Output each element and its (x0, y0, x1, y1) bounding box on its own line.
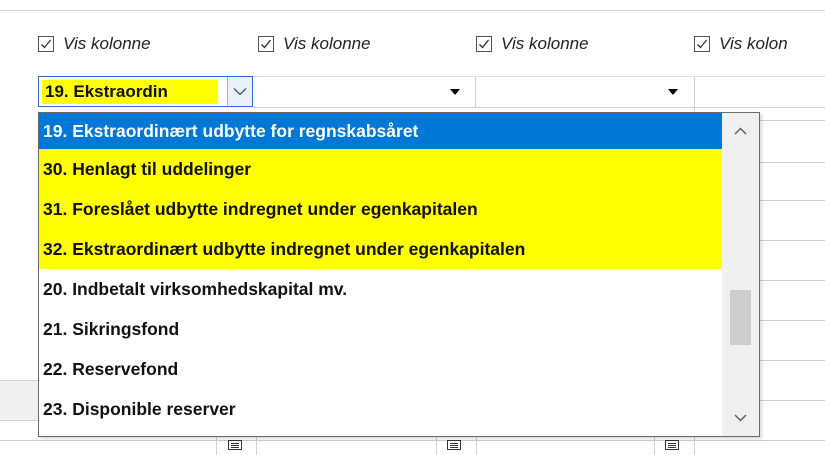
dropdown-arrow-icon[interactable] (450, 89, 460, 95)
show-column-checkbox-1[interactable]: Vis kolonne (38, 33, 151, 55)
list-option[interactable]: 31. Foreslået udbytte indregnet under eg… (39, 189, 722, 229)
row-header-cell (0, 380, 38, 420)
column-combobox-3[interactable] (476, 76, 693, 107)
chevron-up-icon (734, 127, 747, 135)
checkbox-label: Vis kolon (719, 34, 788, 53)
grid-line (253, 107, 825, 108)
grid-line (0, 380, 38, 381)
list-option[interactable]: 32. Ekstraordinært udbytte indregnet und… (39, 229, 722, 269)
grid-line (216, 437, 217, 455)
column-filter-row: 19. Ekstraordin (38, 76, 825, 109)
column-combobox-2[interactable] (256, 76, 475, 107)
grid-line (0, 420, 38, 421)
list-option[interactable]: 23. Disponible reserver (39, 389, 722, 429)
chevron-down-icon (734, 414, 747, 422)
dropdown-list[interactable]: 19. Ekstraordinært udbytte for regnskabs… (38, 112, 760, 437)
list-icon[interactable] (665, 440, 679, 450)
grid-line (253, 76, 825, 77)
checkbox-checked-icon (694, 36, 710, 52)
scroll-up-button[interactable] (722, 113, 759, 149)
combobox-value: 19. Ekstraordin (42, 80, 218, 104)
list-option[interactable]: 19. Ekstraordinært udbytte for regnskabs… (39, 113, 722, 149)
grid-line (256, 437, 257, 455)
list-option[interactable]: 21. Sikringsfond (39, 309, 722, 349)
grid-line (654, 437, 655, 455)
grid-line (476, 437, 477, 455)
account-combobox[interactable]: 19. Ekstraordin (38, 76, 253, 107)
scroll-down-button[interactable] (722, 400, 759, 436)
grid-line (0, 440, 825, 441)
list-icon[interactable] (447, 440, 461, 450)
show-column-checkbox-4[interactable]: Vis kolon (694, 33, 788, 55)
checkbox-checked-icon (476, 36, 492, 52)
checkbox-label: Vis kolonne (283, 34, 371, 53)
dropdown-arrow-icon[interactable] (668, 89, 678, 95)
list-icon[interactable] (228, 440, 242, 450)
show-column-checkbox-2[interactable]: Vis kolonne (258, 33, 371, 55)
checkbox-label: Vis kolonne (501, 34, 589, 53)
checkbox-checked-icon (258, 36, 274, 52)
show-column-checkbox-3[interactable]: Vis kolonne (476, 33, 589, 55)
list-option[interactable]: 22. Reservefond (39, 349, 722, 389)
checkbox-label: Vis kolonne (63, 34, 151, 53)
checkbox-checked-icon (38, 36, 54, 52)
list-option[interactable]: 20. Indbetalt virksomhedskapital mv. (39, 269, 722, 309)
top-divider (0, 10, 825, 11)
vertical-scrollbar[interactable] (722, 113, 759, 436)
chevron-down-icon (233, 88, 247, 96)
option-list: 19. Ekstraordinært udbytte for regnskabs… (39, 113, 722, 429)
scrollbar-thumb[interactable] (730, 290, 751, 345)
combobox-dropdown-button[interactable] (227, 77, 252, 106)
grid-line (436, 437, 437, 455)
list-option[interactable]: 30. Henlagt til uddelinger (39, 149, 722, 189)
